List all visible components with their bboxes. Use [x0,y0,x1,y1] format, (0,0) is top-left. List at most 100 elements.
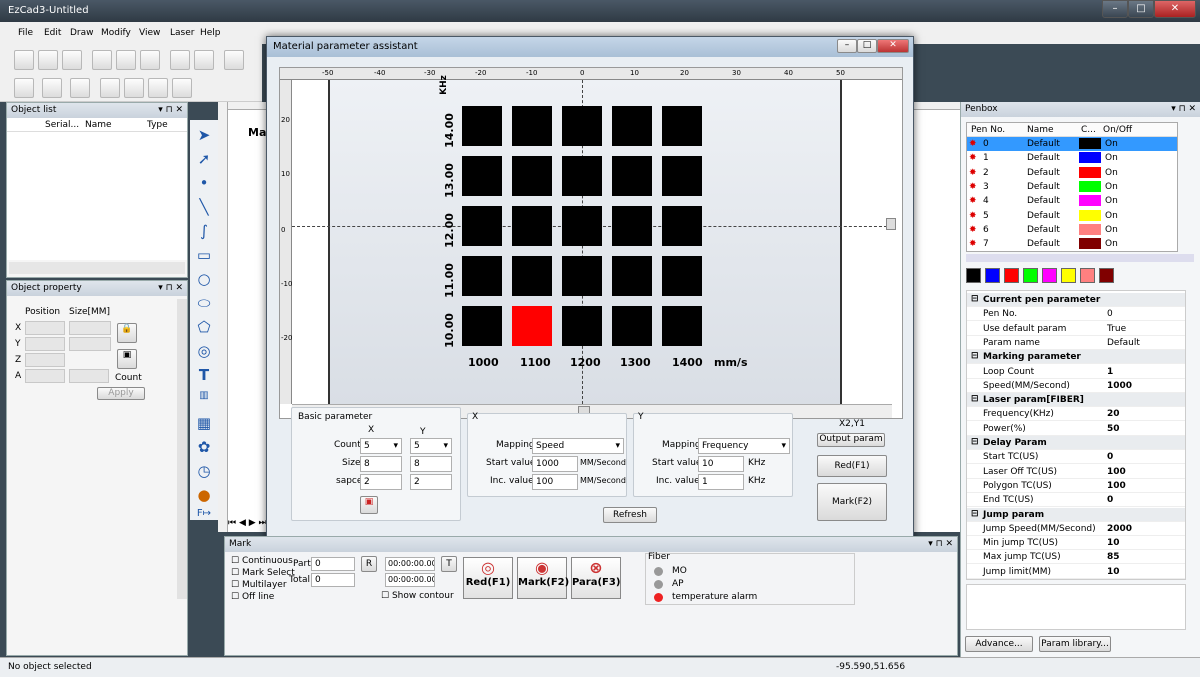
advance-button[interactable]: Advance... [965,636,1033,652]
property-row[interactable]: Jump Speed(MM/Second) 2000 [967,522,1185,536]
pen-color-swatch[interactable] [1079,209,1101,221]
property-row[interactable]: Max jump TC(US) 85 [967,550,1185,565]
new-file-icon[interactable] [14,50,34,70]
io-icon[interactable]: ● [194,486,214,506]
col-name[interactable]: Name [1027,125,1054,135]
mark-para-button[interactable]: ⊗ Para(F3) [571,557,621,599]
pen-color-swatch[interactable] [1079,223,1101,235]
node-edit-icon[interactable] [14,78,34,98]
menu-view[interactable]: View [139,28,160,38]
pen-color-swatch[interactable] [1079,166,1101,178]
pen-row[interactable]: ✸ 2 Default On [967,166,1177,180]
property-row[interactable]: Pen No. 0 [967,307,1185,322]
ellipse-icon[interactable]: ⬭ [194,294,214,314]
barcode-icon[interactable]: ▥ [194,390,214,410]
red-f1-button[interactable]: Red(F1) [817,455,887,477]
column-type[interactable]: Type [147,120,168,130]
mark-select-checkbox[interactable]: ☐ Mark Select [231,568,295,578]
open-folder-icon[interactable] [38,50,58,70]
grid-cell-x2-y1[interactable] [512,306,552,346]
grid-cell-x5-y4[interactable] [662,156,702,196]
paste-icon[interactable] [140,50,160,70]
menu-file[interactable]: File [18,28,33,38]
grid-cell-x5-y2[interactable] [662,256,702,296]
color-swatch[interactable] [1004,268,1019,283]
size-x-field[interactable] [69,321,111,335]
grid-cell-x2-y2[interactable] [512,256,552,296]
col-pen-no[interactable]: Pen No. [971,125,1005,135]
menu-modify[interactable]: Modify [101,28,131,38]
lock-icon[interactable] [100,78,120,98]
pen-row[interactable]: ✸ 0 Default On [967,137,1177,151]
column-serial[interactable]: Serial... [45,120,79,130]
lock-ratio-icon[interactable]: 🔒 [117,323,137,343]
collapse-icon[interactable]: ⊟ [971,509,979,519]
grid-cell-x2-y5[interactable] [512,106,552,146]
line-icon[interactable]: ╲ [194,198,214,218]
panel-close-icon[interactable]: ▾ ⊓ ✕ [158,283,183,293]
grid-cell-x1-y5[interactable] [462,106,502,146]
property-row[interactable]: Start TC(US) 0 [967,450,1185,465]
grid-cell-x4-y3[interactable] [612,206,652,246]
pos-z-field[interactable] [25,353,65,367]
space-y-input[interactable]: 2 [410,474,452,490]
grid-cell-x1-y4[interactable] [462,156,502,196]
grid-cell-x4-y4[interactable] [612,156,652,196]
apply-button[interactable]: Apply [97,387,145,400]
mark-start-button[interactable]: ◉ Mark(F2) [517,557,569,599]
pen-color-swatch[interactable] [1079,152,1101,164]
rectangle-icon[interactable]: ▭ [194,246,214,266]
size-x-input[interactable]: 8 [360,456,402,472]
count-x-select[interactable]: 5 ▾ [360,438,402,454]
grid-cell-x4-y5[interactable] [612,106,652,146]
property-row[interactable]: Laser Off TC(US) 100 [967,465,1185,479]
pos-y-field[interactable] [25,337,65,351]
polygon-icon[interactable]: ⬠ [194,318,214,338]
reset-part-button[interactable]: R [361,556,377,572]
y-inc-input[interactable]: 1 [698,474,744,490]
collapse-icon[interactable]: ⊟ [971,394,979,404]
node-select-icon[interactable]: ➚ [194,150,214,170]
preview-area[interactable]: -50 -40 -30 -20 -10 0 10 20 30 40 50 20 … [279,67,903,419]
dialog-minimize-button[interactable]: – [837,39,857,53]
grid-cell-x2-y4[interactable] [512,156,552,196]
property-row[interactable]: Power(%) 50 [967,422,1185,436]
col-color[interactable]: C... [1081,125,1096,135]
node-select-icon[interactable] [42,78,62,98]
mark-red-button[interactable]: ◎ Red(F1) [463,557,513,599]
curve-icon[interactable]: ∫ [194,222,214,242]
grid-cell-x1-y3[interactable] [462,206,502,246]
property-row[interactable]: Param name Default [967,336,1185,350]
total-input[interactable]: 0 [311,573,355,587]
col-onoff[interactable]: On/Off [1103,125,1132,135]
menu-help[interactable]: Help [200,28,221,38]
property-row[interactable]: Polygon TC(US) 100 [967,479,1185,493]
pos-a-field[interactable] [25,369,65,383]
select-arrow-icon[interactable]: ➤ [194,126,214,146]
continuous-checkbox[interactable]: ☐ Continuous [231,556,293,566]
count-field[interactable] [69,369,109,383]
grid-cell-x3-y3[interactable] [562,206,602,246]
pen-row[interactable]: ✸ 6 Default On [967,223,1177,237]
x-start-input[interactable]: 1000 [532,456,578,472]
anchor-icon[interactable]: ▣ [117,349,137,369]
property-row[interactable]: Jump limit(MM) 10 [967,565,1185,579]
panel-close-icon[interactable]: ▾ ⊓ ✕ [158,105,183,115]
pen-row[interactable]: ✸ 3 Default On [967,180,1177,194]
pen-row[interactable]: ✸ 7 Default On [967,237,1177,251]
off-line-checkbox[interactable]: ☐ Off line [231,592,274,602]
pen-color-swatch[interactable] [1079,138,1101,149]
grid-cell-x2-y3[interactable] [512,206,552,246]
size-y-input[interactable]: 8 [410,456,452,472]
grid-cell-x3-y4[interactable] [562,156,602,196]
x-inc-input[interactable]: 100 [532,474,578,490]
panel-close-icon[interactable]: ▾ ⊓ ✕ [928,539,953,549]
color-swatch[interactable] [985,268,1000,283]
menu-laser[interactable]: Laser [170,28,194,38]
pen-splitter[interactable] [966,254,1194,262]
multilayer-checkbox[interactable]: ☐ Multilayer [231,580,287,590]
dialog-maximize-button[interactable]: □ [857,39,877,53]
size-y-field[interactable] [69,337,111,351]
text-icon[interactable]: T [194,366,214,386]
color-swatch[interactable] [1042,268,1057,283]
